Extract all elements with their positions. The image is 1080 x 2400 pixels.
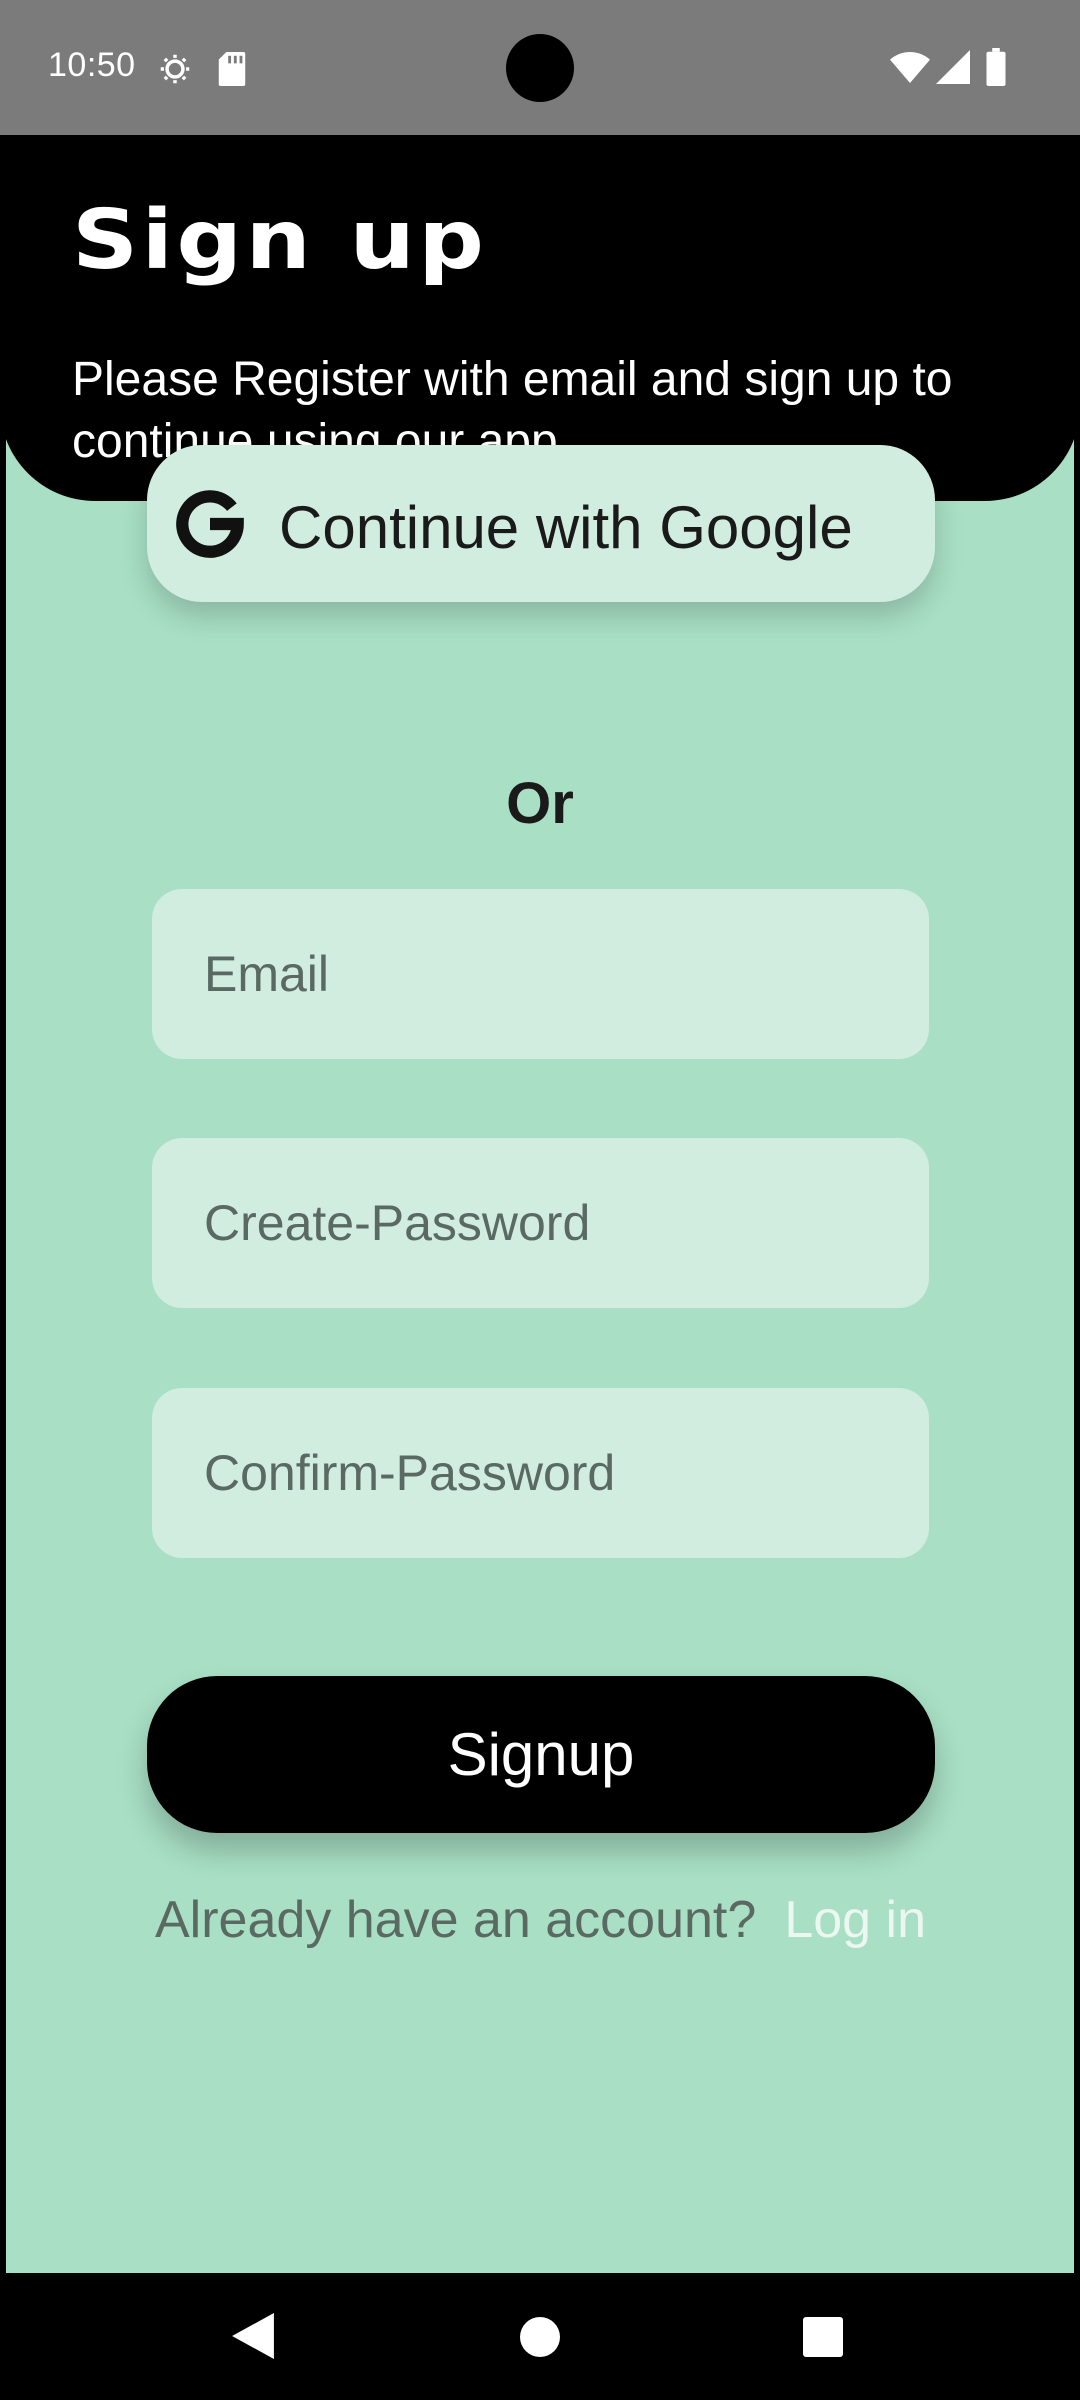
sd-card-icon: [218, 52, 246, 86]
wifi-icon: [890, 52, 930, 83]
home-icon[interactable]: [520, 2317, 560, 2357]
gear-icon: [160, 54, 190, 84]
status-time: 10:50: [48, 46, 136, 84]
email-field[interactable]: [152, 889, 929, 1059]
page-title: Sign up: [72, 193, 488, 288]
google-button-label: Continue with Google: [279, 494, 853, 561]
status-bar: 10:50: [0, 0, 1080, 135]
back-icon[interactable]: [232, 2313, 274, 2359]
continue-with-google-button[interactable]: Continue with Google: [147, 445, 935, 602]
login-row: Already have an account? Log in: [155, 1890, 926, 1950]
confirm-password-field[interactable]: [152, 1388, 929, 1558]
create-password-field[interactable]: [152, 1138, 929, 1308]
battery-icon: [986, 48, 1006, 86]
recents-icon[interactable]: [803, 2317, 843, 2357]
signal-icon: [936, 50, 970, 84]
login-prompt: Already have an account?: [155, 1891, 757, 1949]
login-link[interactable]: Log in: [784, 1890, 926, 1950]
or-divider: Or: [506, 771, 574, 836]
camera-cutout: [506, 34, 574, 102]
signup-button[interactable]: Signup: [147, 1676, 935, 1833]
navigation-bar: [0, 2273, 1080, 2400]
google-icon: [176, 490, 244, 558]
